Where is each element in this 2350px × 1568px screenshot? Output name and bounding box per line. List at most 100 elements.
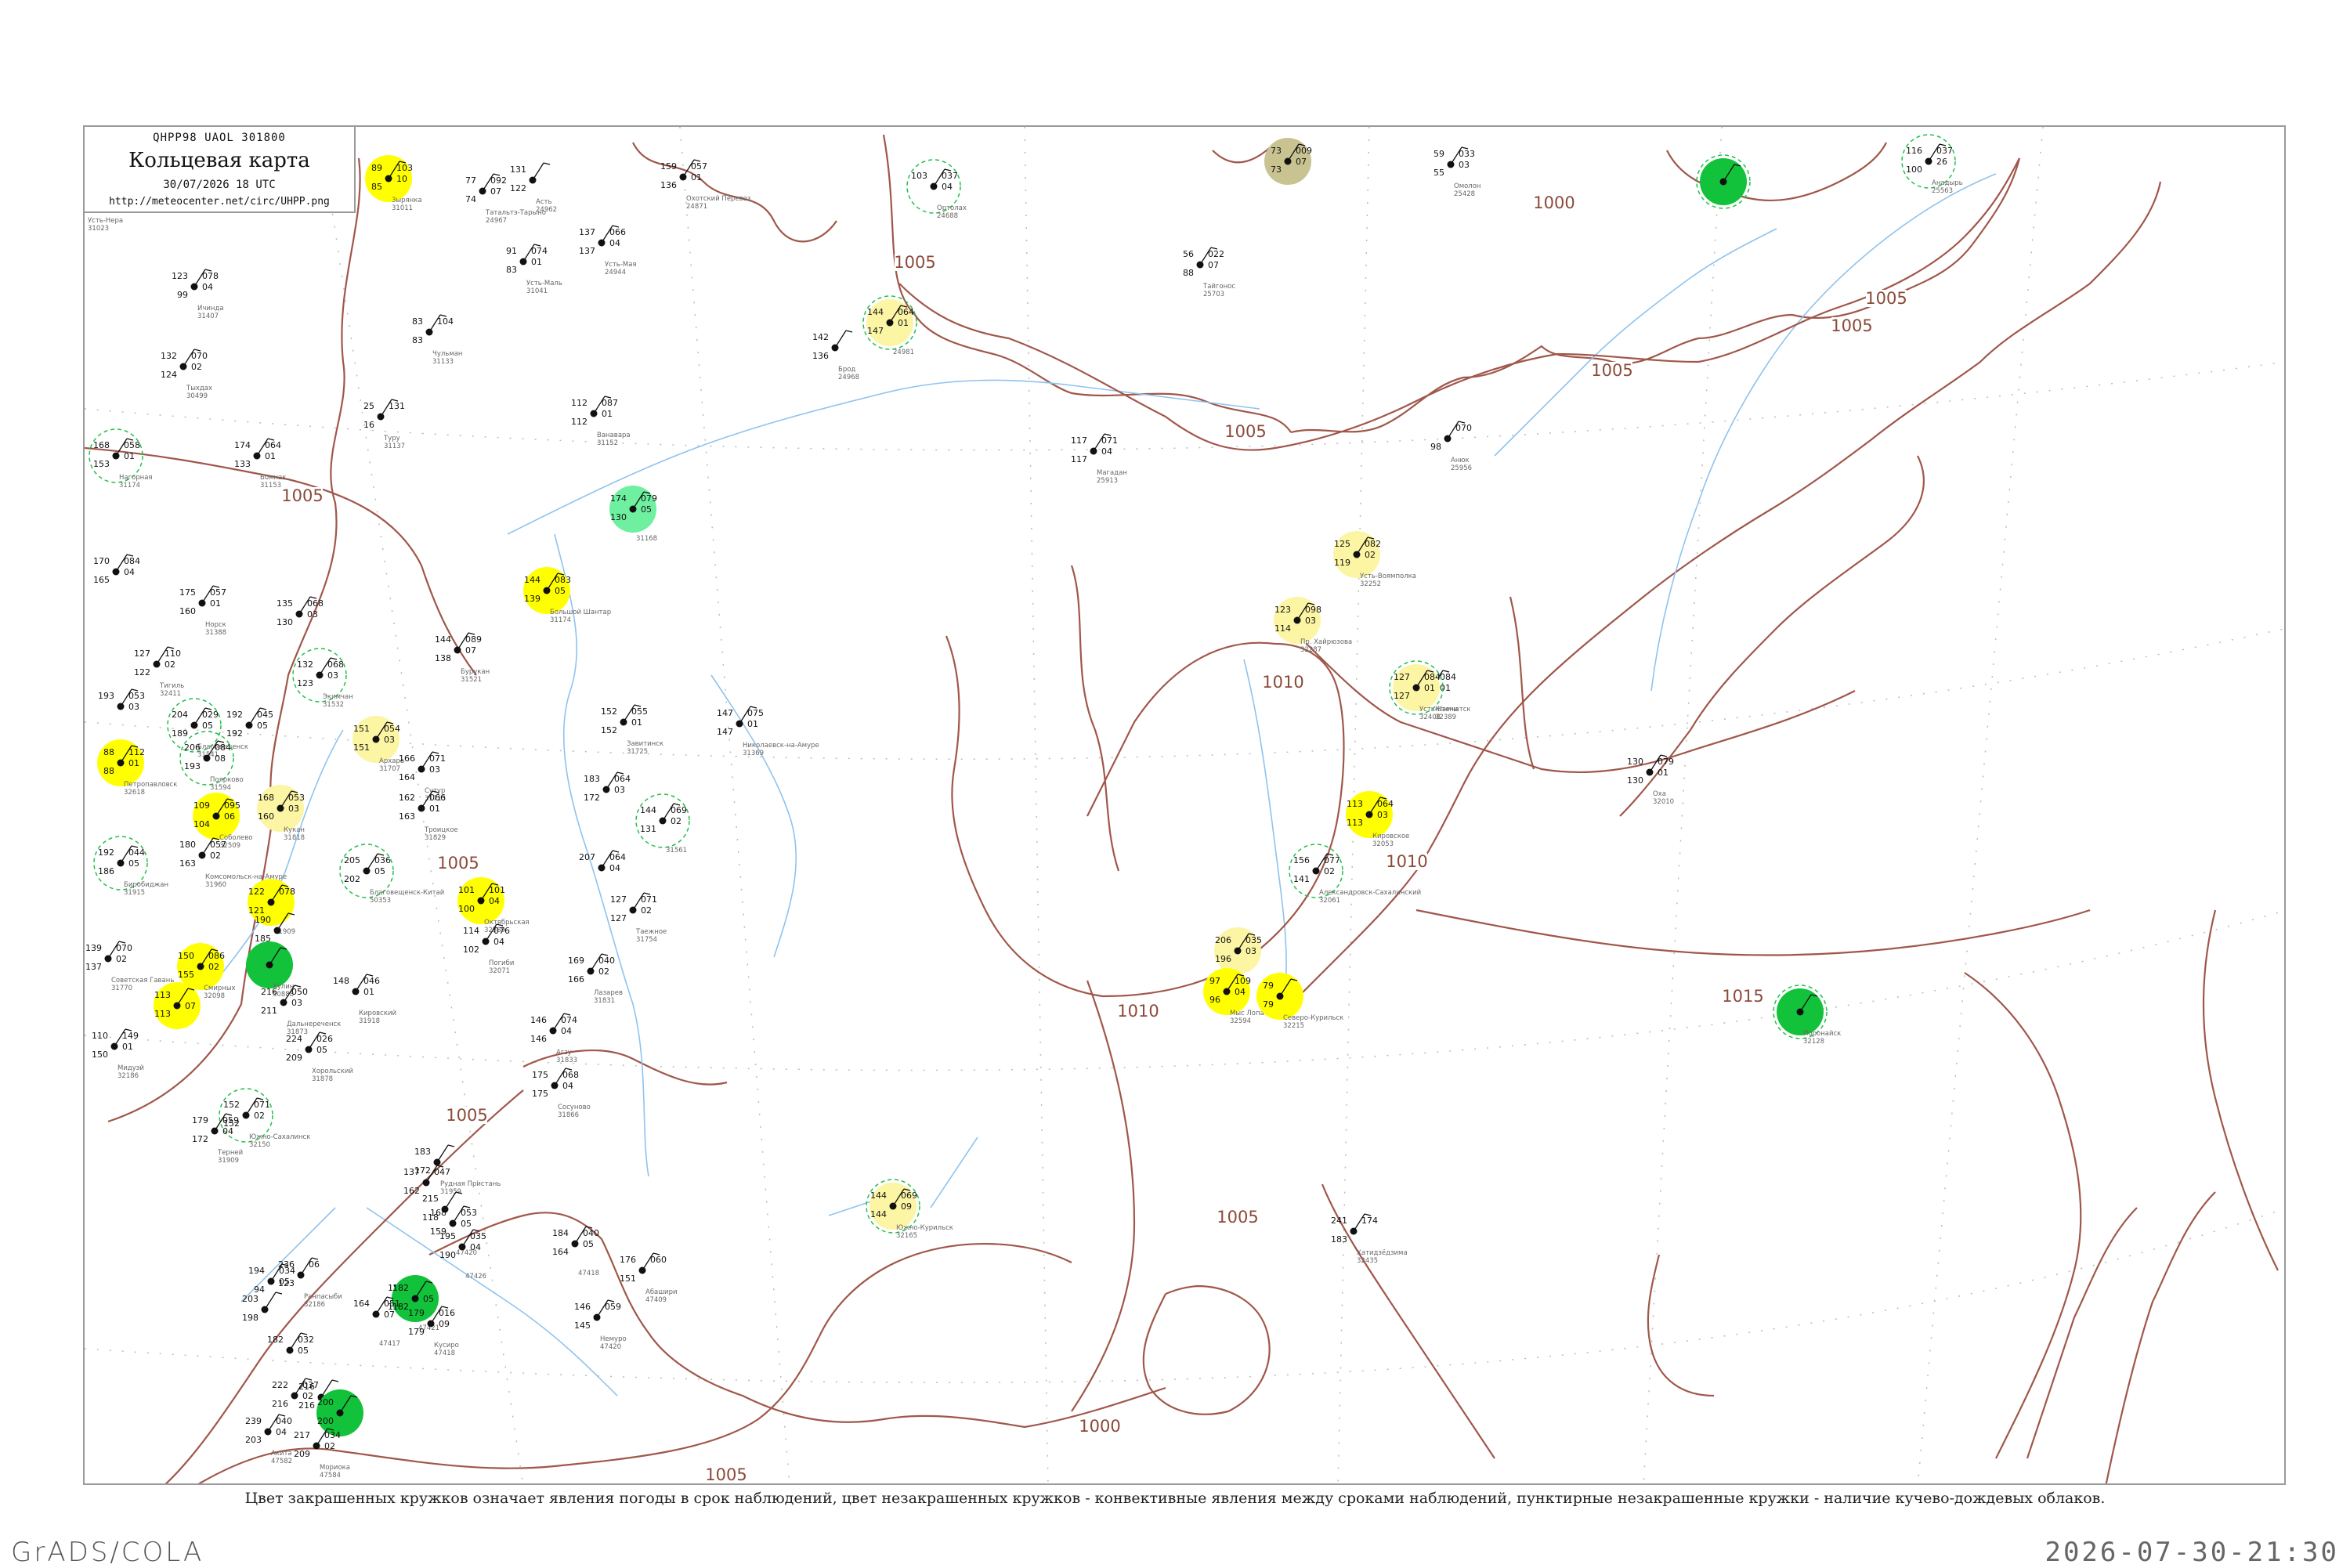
- station-id: 31041: [526, 287, 548, 295]
- station-plot[interactable]: 206 084 193 08 Поярково31594: [179, 731, 244, 792]
- station-name: Норск: [205, 621, 226, 629]
- station-plot[interactable]: 193 05303: [98, 688, 145, 712]
- station-plot[interactable]: 170 084 165 04: [93, 554, 140, 585]
- station-plot[interactable]: 224 026 209 05 Хорольский31878: [286, 1031, 353, 1083]
- station-pressure: 149: [122, 1031, 139, 1041]
- station-plot[interactable]: 175 057 160 01 Норск31388: [179, 585, 226, 637]
- station-temperature: 132: [297, 659, 313, 670]
- station-plot[interactable]: 113 113 07: [154, 982, 201, 1029]
- station-temperature: 179: [192, 1115, 208, 1125]
- station-plot[interactable]: 142 136 Брод24968: [812, 330, 859, 381]
- station-plot[interactable]: Поронайск32128: [1773, 985, 1841, 1046]
- station-plot[interactable]: 184 040 164 05 47418: [552, 1226, 599, 1277]
- station-plot[interactable]: 216 05021103Дальнереченск31873: [261, 985, 341, 1036]
- station-plot[interactable]: 113 064 113 03 Кировское32053: [1346, 791, 1409, 848]
- station-plot[interactable]: 123 098 114 03 Пр. Хайрюзова32287: [1274, 597, 1352, 654]
- station-plot[interactable]: 176 060 151 Абашири47409: [620, 1252, 678, 1304]
- map-url[interactable]: http://meteocenter.net/circ/UHPP.png: [85, 196, 354, 208]
- station-plot[interactable]: 127 071 127 02 Таежное31754: [610, 892, 667, 944]
- station-id: 31168: [636, 535, 657, 543]
- station-plot[interactable]: 144 064 147 01 24981: [862, 295, 917, 356]
- station-plot[interactable]: 205 036 202 05 Благовещенск-Китай50353: [339, 844, 444, 905]
- station-plot[interactable]: 91 074 83 01 Усть-Маль31041: [506, 244, 562, 295]
- station-pressure-tendency: 07: [465, 645, 476, 656]
- station-plot[interactable]: 137 066 137 04 Усть-Мая24944: [579, 225, 637, 276]
- weather-map[interactable]: 1005100510051005100510051005100510051005…: [85, 127, 2286, 1485]
- station-plot[interactable]: 192 044 186 05 Биробиджан31915: [93, 836, 168, 897]
- station-plot[interactable]: 203 198: [242, 1292, 283, 1323]
- station-plot[interactable]: 144 069 131 02 31561: [635, 793, 690, 854]
- station-pressure: 037: [1936, 146, 1953, 156]
- station-pressure: 054: [384, 724, 400, 734]
- station-plot[interactable]: 168 058 153 01 Нагорная31174: [89, 428, 153, 490]
- station-plot[interactable]: 169 040 166 02 Лазарев31831: [568, 953, 623, 1005]
- station-id: 24981: [893, 349, 914, 356]
- station-plot[interactable]: 146 074 146 04 Агзу31833: [530, 1013, 577, 1064]
- station-plot[interactable]: 148 04601 Кировский31918: [333, 974, 396, 1025]
- station-plot[interactable]: 183172Рудная Пристань31959: [414, 1144, 501, 1196]
- station-dewpoint: 153: [93, 459, 110, 469]
- station-plot[interactable]: 144 083 139 05 Большой Шантар31174: [523, 567, 611, 624]
- station-plot[interactable]: 152 055 152 01 Завитинск31725: [601, 704, 663, 756]
- station-plot[interactable]: 144 089 138 07 Бурукан31521: [435, 632, 490, 684]
- station-plot[interactable]: 135 068 130 03: [277, 596, 324, 627]
- station-plot[interactable]: 241 174 183 Хатидзёдзима32435: [1331, 1213, 1408, 1265]
- station-plot[interactable]: 164 05107 47417: [353, 1296, 400, 1348]
- station-plot[interactable]: 122 07812131909: [248, 879, 295, 936]
- station-plot[interactable]: 175 068 175 04 Сосуново31866: [532, 1068, 591, 1119]
- station-plot[interactable]: 182 03205: [267, 1332, 314, 1356]
- station-plot[interactable]: 25 131 16 Туру31137: [363, 399, 405, 450]
- station-plot[interactable]: 174 064 133 01 Бомнак31153: [234, 438, 286, 490]
- station-name: Поронайск: [1803, 1030, 1841, 1038]
- station-plot[interactable]: 127 084 127 01 Усть-Камчатск32408: [1389, 660, 1471, 721]
- station-plot[interactable]: 103 03704 Ортолах24688: [906, 159, 967, 220]
- station-plot[interactable]: 110 149 150 01 Мидуэй32186: [92, 1028, 144, 1080]
- station-plot[interactable]: [1696, 154, 1751, 209]
- station-plot[interactable]: 112 087 112 01 Ванавара31152: [571, 396, 631, 447]
- station-plot[interactable]: 207 06404: [579, 850, 626, 873]
- station-pressure-tendency: 02: [1365, 550, 1376, 560]
- station-plot[interactable]: 174 079 130 05 31168: [609, 486, 657, 543]
- station-plot[interactable]: 83 104 83 Чульман31133: [412, 314, 462, 366]
- station-pressure-tendency: 02: [598, 966, 609, 977]
- station-dewpoint: 85: [371, 182, 382, 192]
- station-plot[interactable]: 73 009 73 07: [1264, 138, 1312, 185]
- station-plot[interactable]: 116 037 100 26 Анадырь25563: [1901, 134, 1963, 195]
- station-plot[interactable]: 168 053 160 03 Кукан31818: [257, 785, 305, 842]
- station-plot[interactable]: 79 79 Северо-Курильск32215: [1256, 973, 1343, 1030]
- station-id: 32061: [1319, 897, 1340, 905]
- station-plot[interactable]: 132 070 124 02 Тыхдах30499: [161, 349, 212, 400]
- station-temperature: 174: [234, 440, 251, 450]
- station-pressure: 059: [605, 1302, 621, 1312]
- station-plot[interactable]: 146 059 145 Немуро47420: [574, 1299, 627, 1351]
- station-dewpoint: 166: [568, 974, 584, 985]
- station-plot[interactable]: 159 057 136 01 Охотский Перевоз24871: [660, 159, 751, 211]
- station-plot[interactable]: 151 05415103Архара31707: [352, 716, 404, 773]
- station-pressure-tendency: 04: [124, 567, 135, 577]
- station-plot[interactable]: 147 075 147 01 Николаевск-на-Амуре31369: [717, 706, 819, 757]
- station-temperature: 123: [1274, 605, 1291, 615]
- isobar-label: 1005: [1217, 1208, 1258, 1227]
- station-plot[interactable]: 206 035 196 03: [1214, 927, 1262, 974]
- station-temperature: 144: [867, 307, 884, 317]
- station-plot[interactable]: 56 022 88 07 Тайгонос25703: [1183, 247, 1235, 298]
- station-plot[interactable]: 070 98 Анюк25956: [1430, 421, 1472, 472]
- station-plot[interactable]: 59 033 55 03 Омолон25428: [1434, 146, 1481, 198]
- station-plot[interactable]: 139 070 137 02 Советская Гавань31770: [85, 941, 174, 992]
- station-plot[interactable]: 123 078 99 04 Ичинда31407: [172, 269, 224, 320]
- station-plot[interactable]: 192 045 192 05: [226, 707, 273, 739]
- station-plot[interactable]: 194 0349405: [248, 1263, 295, 1295]
- station-plot[interactable]: 239 040 203 04 Акита47582: [245, 1414, 292, 1465]
- station-plot[interactable]: 88 112 88 01 Петропавловск32618: [97, 739, 177, 797]
- station-plot[interactable]: 125 082 119 02 Усть-Воямполка32252: [1333, 531, 1416, 588]
- station-plot[interactable]: 132 068 123 03 Экимчан31532: [292, 648, 353, 709]
- station-plot[interactable]: 200 200: [316, 1389, 363, 1436]
- station-name: Усть-Нера: [88, 217, 123, 225]
- station-plot[interactable]: 183 064 172 03: [584, 771, 631, 803]
- station-plot[interactable]: 89 103 85 10 Зырянка31011: [365, 155, 422, 212]
- station-dewpoint: 136: [660, 180, 677, 190]
- station-plot[interactable]: 131 122 Асть24962: [510, 162, 557, 214]
- station-name: Хорольский: [312, 1068, 353, 1075]
- station-plot[interactable]: 117 071 117 04 Магадан25913: [1071, 433, 1127, 485]
- station-plot[interactable]: 144 069 144 09 Южно-Курильск32165: [866, 1179, 953, 1240]
